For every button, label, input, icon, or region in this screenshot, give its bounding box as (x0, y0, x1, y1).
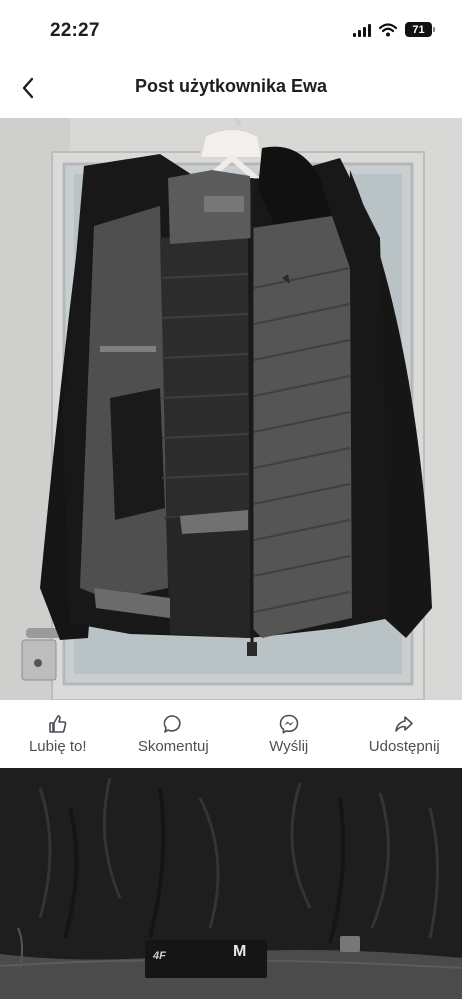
size-label-tag: 4F M (145, 940, 267, 978)
comment-button[interactable]: Skomentuj (116, 700, 232, 768)
like-label: Lubię to! (28, 738, 87, 755)
page-title: Post użytkownika Ewa (134, 76, 328, 96)
status-time: 22:27 (50, 20, 100, 41)
signal-icon (353, 23, 371, 37)
send-label: Wyślij (269, 738, 309, 755)
battery-icon: 71 (405, 22, 435, 37)
comment-label: Skomentuj (137, 738, 209, 755)
post-photo-jacket[interactable] (0, 118, 462, 700)
share-label: Udostępnij (368, 738, 440, 755)
post-action-bar: Lubię to! Skomentuj Wyślij Udostępnij (0, 700, 462, 768)
like-button[interactable]: Lubię to! (0, 700, 116, 768)
battery-level: 71 (412, 23, 425, 36)
label-brand: 4F (153, 950, 166, 962)
status-icons: 71 (353, 22, 435, 37)
share-button[interactable]: Udostępnij (347, 700, 462, 768)
messenger-icon (278, 713, 300, 735)
comment-icon (162, 713, 184, 735)
jacket-photo-illustration (0, 118, 462, 700)
send-button[interactable]: Wyślij (231, 700, 347, 768)
share-icon (393, 713, 415, 735)
thumbs-up-icon (47, 713, 69, 735)
post-header: Post użytkownika Ewa (0, 60, 462, 116)
label-size: M (233, 943, 247, 960)
wifi-icon (379, 22, 397, 36)
status-bar: 22:27 71 (0, 0, 462, 60)
